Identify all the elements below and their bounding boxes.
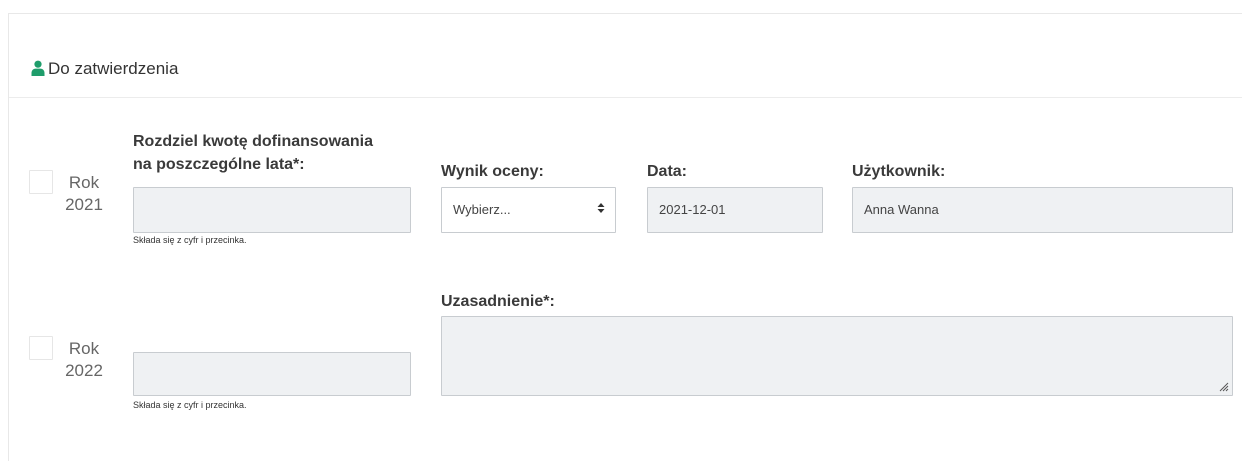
year-word: Rok [68,173,100,192]
date-field: 2021-12-01 [647,187,823,233]
year-2021-label: Rok 2021 [62,172,106,216]
result-select[interactable]: Wybierz... [441,187,616,233]
amount-2022-input[interactable] [133,352,411,396]
user-field: Anna Wanna [852,187,1233,233]
amount-split-label-line1: Rozdziel kwotę dofinansowania [133,133,374,150]
year-2022-checkbox[interactable] [29,336,53,360]
year-word: Rok [68,339,100,358]
resize-grip-icon[interactable] [1219,382,1229,392]
user-icon [31,60,45,76]
amount-2021-input[interactable] [133,187,411,233]
result-label: Wynik oceny: [441,163,544,180]
year-number: 2021 [65,195,103,214]
justification-textarea[interactable] [441,316,1233,396]
user-label: Użytkownik: [852,163,946,180]
justification-label: Uzasadnienie*: [441,293,555,310]
amount-split-label-line2: na poszczególne lata*: [133,156,305,173]
date-label: Data: [647,163,688,180]
amount-split-label: Rozdziel kwotę dofinansowania na poszcze… [133,130,373,176]
panel-title: Do zatwierdzenia [48,59,179,78]
date-value: 2021-12-01 [659,202,726,217]
result-selected-value: Wybierz... [453,202,511,217]
year-number: 2022 [65,361,103,380]
panel-header: Do zatwierdzenia [9,14,1242,98]
year-2022-label: Rok 2022 [62,338,106,382]
sort-arrows-icon [597,203,605,213]
user-value: Anna Wanna [864,202,939,217]
year-2021-checkbox[interactable] [29,170,53,194]
amount-2022-help: Składa się z cyfr i przecinka. [133,400,247,410]
amount-2021-help: Składa się z cyfr i przecinka. [133,235,247,245]
